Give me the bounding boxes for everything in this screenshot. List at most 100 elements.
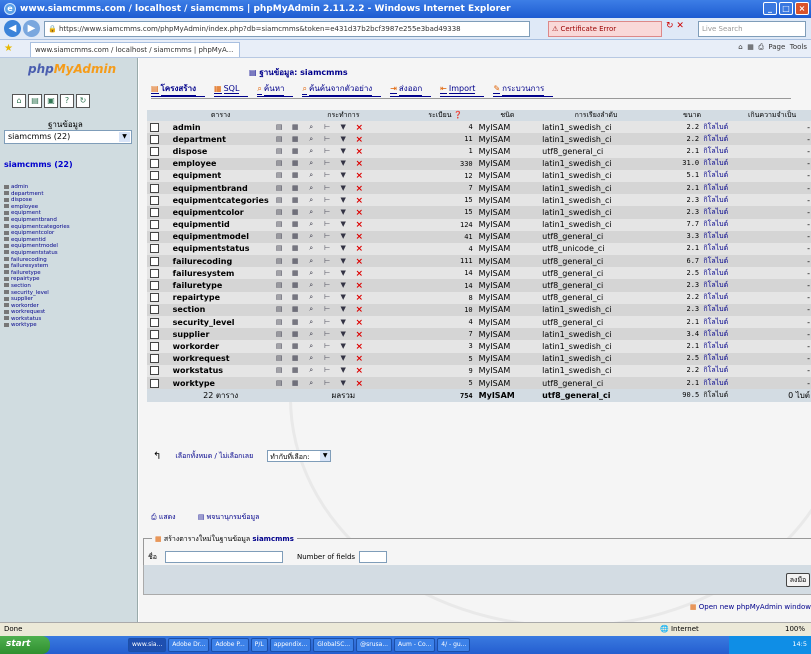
- forward-icon[interactable]: ▶: [23, 20, 40, 37]
- sidebar-table-item[interactable]: workrequest: [4, 309, 70, 316]
- drop-icon[interactable]: ×: [355, 342, 364, 352]
- insert-icon[interactable]: ⊢: [323, 379, 332, 389]
- tab-3[interactable]: ⌕ ค้นค้นจากตัวอย่าง: [302, 82, 382, 97]
- drop-icon[interactable]: ×: [355, 366, 364, 376]
- table-name-link[interactable]: equipmentcategories: [169, 194, 272, 207]
- sidebar-table-item[interactable]: equipmentmodel: [4, 243, 70, 250]
- insert-icon[interactable]: ⊢: [323, 147, 332, 157]
- reload-icon[interactable]: ↻: [76, 94, 90, 108]
- page-menu[interactable]: Page: [768, 43, 785, 51]
- row-checkbox[interactable]: [150, 378, 159, 388]
- drop-icon[interactable]: ×: [355, 135, 364, 145]
- number-of-fields-input[interactable]: [359, 551, 388, 563]
- check-all-link[interactable]: เลือกทั้งหมด / ไม่เลือกเลย: [175, 451, 253, 462]
- drop-icon[interactable]: ×: [355, 171, 364, 181]
- row-checkbox[interactable]: [150, 171, 159, 181]
- certificate-error-badge[interactable]: ⚠ Certificate Error: [548, 21, 662, 37]
- empty-icon[interactable]: ▼: [339, 330, 348, 340]
- empty-icon[interactable]: ▼: [339, 208, 348, 218]
- row-checkbox[interactable]: [150, 159, 159, 169]
- insert-icon[interactable]: ⊢: [323, 330, 332, 340]
- table-name-link[interactable]: dispose: [169, 145, 272, 158]
- row-checkbox[interactable]: [150, 256, 159, 266]
- zoom-level[interactable]: 100%: [785, 625, 805, 633]
- drop-icon[interactable]: ×: [355, 305, 364, 315]
- empty-icon[interactable]: ▼: [339, 232, 348, 242]
- table-name-link[interactable]: equipment: [169, 169, 272, 182]
- search-icon[interactable]: ⌕: [307, 318, 316, 328]
- browse-icon[interactable]: ▤: [275, 171, 284, 181]
- row-size[interactable]: 2.1 กิโลไบต์: [652, 376, 732, 390]
- table-name-link[interactable]: admin: [169, 121, 272, 134]
- row-size[interactable]: 2.1 กิโลไบต์: [652, 242, 732, 256]
- sidebar-table-item[interactable]: security_level: [4, 290, 70, 297]
- row-checkbox[interactable]: [150, 366, 159, 376]
- search-icon[interactable]: ⌕: [307, 208, 316, 218]
- feeds-icon[interactable]: ▦: [747, 43, 754, 51]
- row-checkbox[interactable]: [150, 268, 159, 278]
- structure-icon[interactable]: ▦: [291, 269, 300, 279]
- back-icon[interactable]: ◀: [4, 20, 21, 37]
- row-checkbox[interactable]: [150, 317, 159, 327]
- row-size[interactable]: 2.2 กิโลไบต์: [652, 121, 732, 134]
- insert-icon[interactable]: ⊢: [323, 123, 332, 133]
- insert-icon[interactable]: ⊢: [323, 257, 332, 267]
- table-name-link[interactable]: workstatus: [169, 364, 272, 377]
- table-name-link[interactable]: worktype: [169, 376, 272, 390]
- drop-icon[interactable]: ×: [355, 232, 364, 242]
- browse-icon[interactable]: ▤: [275, 269, 284, 279]
- browser-tab[interactable]: www.siamcmms.com / localhost / siamcmms …: [30, 42, 240, 57]
- row-size[interactable]: 3.4 กิโลไบต์: [652, 328, 732, 341]
- refresh-stop-icons[interactable]: ↻ ✕: [666, 21, 694, 37]
- insert-icon[interactable]: ⊢: [323, 159, 332, 169]
- drop-icon[interactable]: ×: [355, 159, 364, 169]
- drop-icon[interactable]: ×: [355, 269, 364, 279]
- browse-icon[interactable]: ▤: [275, 305, 284, 315]
- sidebar-table-item[interactable]: admin: [4, 184, 70, 191]
- sidebar-table-item[interactable]: supplier: [4, 296, 70, 303]
- structure-icon[interactable]: ▦: [291, 135, 300, 145]
- sidebar-table-item[interactable]: dispose: [4, 197, 70, 204]
- structure-icon[interactable]: ▦: [291, 220, 300, 230]
- sidebar-table-item[interactable]: equipment: [4, 210, 70, 217]
- browse-icon[interactable]: ▤: [275, 244, 284, 254]
- search-icon[interactable]: ⌕: [307, 147, 316, 157]
- sidebar-table-item[interactable]: equipmentid: [4, 237, 70, 244]
- empty-icon[interactable]: ▼: [339, 305, 348, 315]
- structure-icon[interactable]: ▦: [291, 379, 300, 389]
- search-icon[interactable]: ⌕: [307, 244, 316, 254]
- insert-icon[interactable]: ⊢: [323, 281, 332, 291]
- insert-icon[interactable]: ⊢: [323, 208, 332, 218]
- empty-icon[interactable]: ▼: [339, 379, 348, 389]
- search-icon[interactable]: ⌕: [307, 184, 316, 194]
- structure-icon[interactable]: ▦: [291, 196, 300, 206]
- row-size[interactable]: 2.1 กิโลไบต์: [652, 145, 732, 158]
- search-icon[interactable]: ⌕: [307, 232, 316, 242]
- search-icon[interactable]: ⌕: [307, 123, 316, 133]
- structure-icon[interactable]: ▦: [291, 366, 300, 376]
- taskbar-task[interactable]: 4/ - gu...: [437, 638, 471, 652]
- browse-icon[interactable]: ▤: [275, 257, 284, 267]
- search-icon[interactable]: ⌕: [307, 379, 316, 389]
- search-icon[interactable]: ⌕: [307, 354, 316, 364]
- search-icon[interactable]: ⌕: [307, 366, 316, 376]
- tab-6[interactable]: ✎ กระบวนการ: [493, 82, 554, 97]
- tools-menu[interactable]: Tools: [790, 43, 807, 51]
- structure-icon[interactable]: ▦: [291, 147, 300, 157]
- with-selected-select[interactable]: ทำกับที่เลือก: ▼: [267, 450, 332, 462]
- drop-icon[interactable]: ×: [355, 330, 364, 340]
- taskbar-task[interactable]: Aum - Co...: [394, 638, 436, 652]
- search-icon[interactable]: ⌕: [307, 220, 316, 230]
- search-icon[interactable]: ⌕: [307, 293, 316, 303]
- insert-icon[interactable]: ⊢: [323, 269, 332, 279]
- empty-icon[interactable]: ▼: [339, 220, 348, 230]
- row-checkbox[interactable]: [150, 183, 159, 193]
- home-icon[interactable]: ⌂: [738, 43, 742, 51]
- url-input[interactable]: 🔒 https://www.siamcmms.com/phpMyAdmin/in…: [44, 21, 530, 37]
- table-name-link[interactable]: failurecoding: [169, 255, 272, 268]
- start-button[interactable]: start: [0, 636, 50, 654]
- drop-icon[interactable]: ×: [355, 196, 364, 206]
- browse-icon[interactable]: ▤: [275, 135, 284, 145]
- close-icon[interactable]: ×: [795, 2, 809, 15]
- taskbar-task[interactable]: Adobe Dr...: [168, 638, 210, 652]
